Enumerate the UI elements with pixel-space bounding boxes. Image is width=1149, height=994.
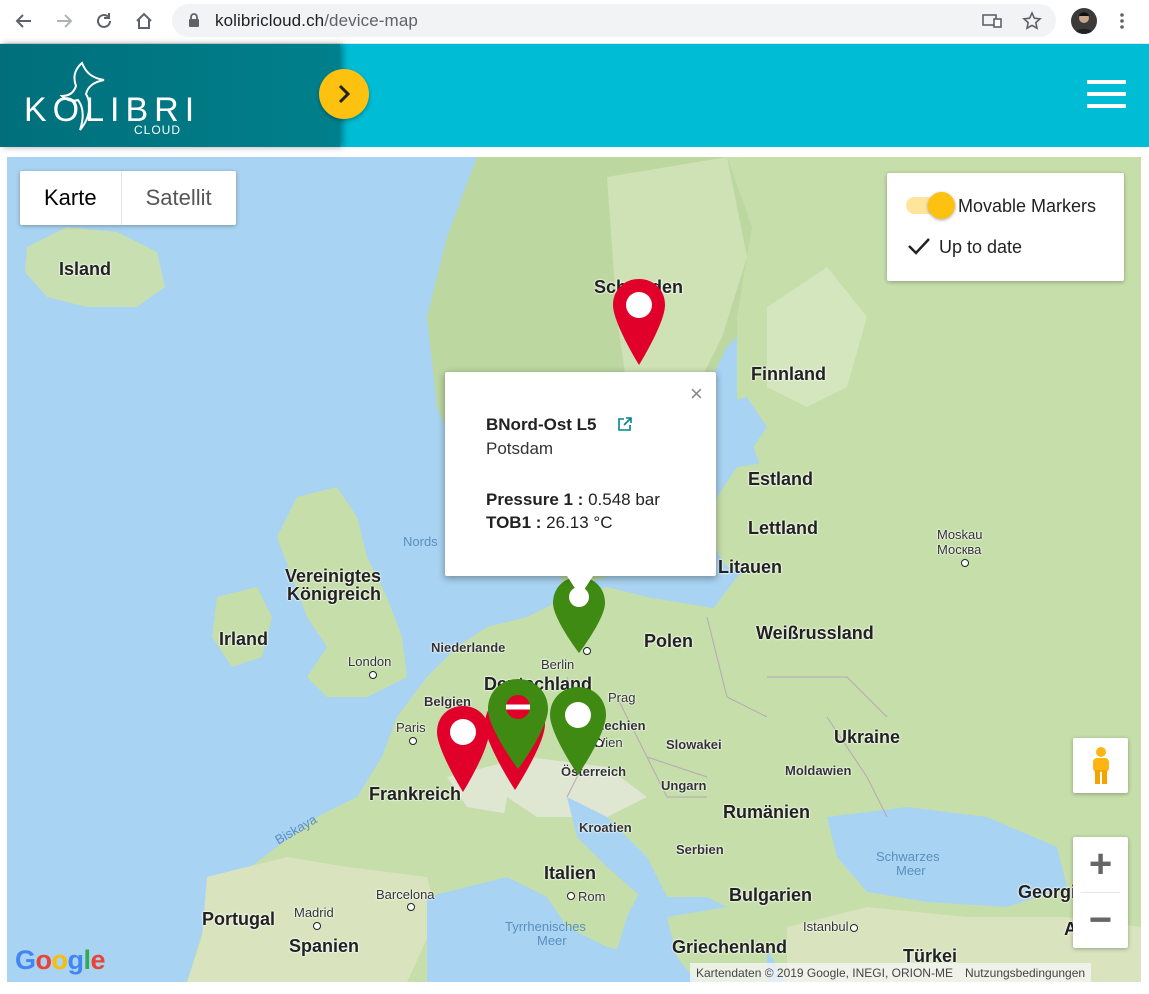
terms-link[interactable]: Nutzungsbedingungen (959, 966, 1091, 980)
map-label-italien: Italien (544, 863, 597, 883)
device-marker-green[interactable] (486, 677, 550, 772)
cast-icon[interactable] (981, 10, 1003, 32)
device-location: Potsdam (486, 439, 554, 458)
google-logo[interactable]: Google (15, 945, 106, 976)
temperature-reading: TOB1 : 26.13 °C (486, 513, 613, 532)
map-label-niederlande: Niederlande (431, 640, 506, 655)
up-to-date-status: Up to date (939, 237, 1023, 257)
map-label-slowakei: Slowakei (666, 737, 722, 752)
pressure-reading: Pressure 1 : 0.548 bar (486, 490, 660, 509)
zoom-out-button[interactable]: − (1073, 893, 1128, 948)
map-label-berlin: Berlin (541, 657, 575, 672)
map-label-tyrrhenisches-meer: Meer (537, 933, 567, 948)
tab-satellit[interactable]: Satellit (122, 171, 236, 225)
zoom-in-button[interactable]: + (1073, 837, 1128, 892)
profile-avatar[interactable] (1071, 8, 1097, 34)
zoom-control: + − (1073, 837, 1128, 948)
map-label-serbien: Serbien (676, 842, 724, 857)
map-label-madrid: Madrid (294, 905, 334, 920)
map-type-control: Karte Satellit (20, 171, 236, 225)
map-label-lettland: Lettland (748, 518, 818, 538)
map-label-litauen: Litauen (718, 557, 783, 577)
map-label-paris: Paris (396, 720, 426, 735)
close-icon[interactable]: × (690, 381, 703, 407)
map-label-polen: Polen (644, 631, 694, 651)
city-dot-rom (567, 892, 575, 900)
map-label-weissrussland: Weißrussland (756, 623, 874, 643)
device-info-window: × BNord-Ost L5 Potsdam Pressure 1 : 0.54… (445, 372, 716, 596)
lock-icon (188, 13, 200, 33)
map-label-barcelona: Barcelona (376, 887, 435, 902)
city-dot-paris (409, 737, 417, 745)
device-marker-red[interactable] (611, 277, 667, 367)
map-label-griechenland: Griechenland (672, 937, 788, 957)
map-label-prag: Prag (608, 690, 636, 705)
city-dot-london (369, 671, 377, 679)
map-label-bulgarien: Bulgarien (729, 885, 813, 905)
city-dot-barcelona (407, 903, 415, 911)
logo-subtext: CLOUD (134, 123, 182, 137)
sidebar-expand-button[interactable] (319, 69, 369, 119)
map-label-tyrrhenisches: Tyrrhenisches (505, 919, 586, 934)
back-arrow-icon[interactable] (11, 8, 37, 34)
map-label-london: London (348, 654, 392, 669)
logo-panel: KOLIBRI CLOUD (0, 44, 340, 147)
city-dot-moskau (961, 559, 969, 567)
map-label-ukraine: Ukraine (834, 727, 901, 747)
reload-icon[interactable] (91, 8, 117, 34)
home-icon[interactable] (131, 8, 157, 34)
device-marker-green[interactable] (548, 685, 608, 777)
street-view-pegman-button[interactable] (1073, 738, 1128, 793)
map-attribution: Kartendaten © 2019 Google, INEGI, ORION-… (690, 963, 1092, 982)
map-label-portugal: Portugal (202, 909, 276, 929)
marker-control-panel: Movable Markers Up to date (887, 173, 1124, 281)
map-label-kroatien: Kroatien (579, 820, 632, 835)
map-label-island: Island (59, 259, 112, 279)
map-label-istanbul: Istanbul (803, 919, 849, 934)
device-name: BNord-Ost L5 (486, 415, 597, 434)
movable-markers-label: Movable Markers (958, 196, 1097, 216)
attribution-text: Kartendaten © 2019 Google, INEGI, ORION-… (696, 965, 953, 980)
checkmark-icon (908, 238, 930, 255)
map-label-schwarzes: Schwarzes (876, 849, 940, 864)
map-label-finnland: Finnland (751, 364, 826, 384)
map-label-schwarzes-meer: Meer (896, 863, 926, 878)
map-label-moskau: Moskau (937, 527, 983, 542)
map-label-koenigreich: Königreich (287, 584, 382, 604)
address-bar[interactable]: kolibricloud.ch/device-map (172, 4, 1056, 37)
map-label-ungarn: Ungarn (661, 778, 707, 793)
movable-markers-switch[interactable] (928, 192, 955, 219)
map-label-rom: Rom (578, 889, 606, 904)
pegman-icon (1092, 746, 1109, 784)
app-header: KOLIBRI CLOUD (0, 44, 1149, 147)
star-bookmark-icon[interactable] (1021, 10, 1043, 32)
map-label-irland: Irland (219, 629, 269, 649)
map-label-moldawien: Moldawien (785, 763, 852, 778)
browser-toolbar: kolibricloud.ch/device-map (0, 0, 1149, 44)
tab-karte[interactable]: Karte (20, 171, 122, 225)
map-label-rumaenien: Rumänien (723, 802, 811, 822)
external-link-icon[interactable] (617, 417, 632, 432)
url-text: kolibricloud.ch/device-map (215, 11, 418, 30)
browser-menu-icon[interactable] (1114, 9, 1130, 33)
map-label-georgien: Georgi (1018, 882, 1077, 902)
forward-arrow-icon[interactable] (51, 8, 77, 34)
device-map[interactable]: Island Schweden Finnland Estland Lettlan… (7, 157, 1141, 982)
map-label-estland: Estland (748, 469, 814, 489)
map-label-nordsee: Nords (403, 534, 438, 549)
hamburger-menu-icon[interactable] (1087, 80, 1126, 108)
map-label-moskva: Москва (937, 542, 982, 557)
city-dot-madrid (313, 922, 321, 930)
city-dot-istanbul (850, 924, 858, 932)
chevron-right-icon (338, 84, 351, 104)
map-label-spanien: Spanien (289, 936, 360, 956)
